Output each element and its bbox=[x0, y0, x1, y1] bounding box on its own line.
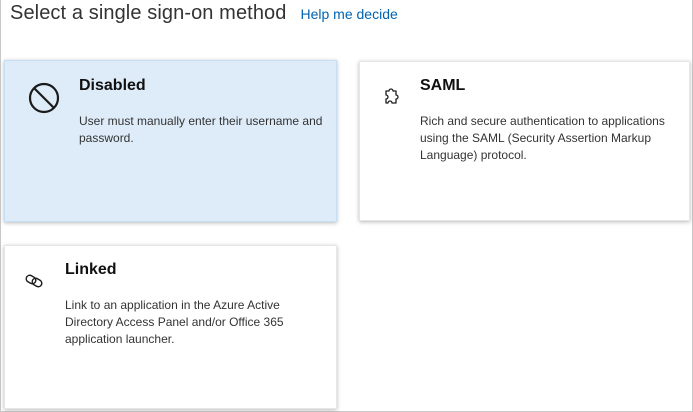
method-description: Link to an application in the Azure Acti… bbox=[65, 298, 284, 346]
method-description: User must manually enter their username … bbox=[79, 114, 323, 145]
header: Select a single sign-on method Help me d… bbox=[10, 2, 398, 32]
link-icon bbox=[23, 270, 45, 292]
method-title: SAML bbox=[420, 77, 466, 94]
help-me-decide-link[interactable]: Help me decide bbox=[301, 6, 398, 22]
puzzle-icon bbox=[380, 86, 402, 108]
method-title: Linked bbox=[65, 261, 117, 278]
method-title: Disabled bbox=[79, 77, 146, 94]
page-title: Select a single sign-on method bbox=[10, 2, 287, 24]
method-card-saml[interactable]: SAML Rich and secure authentication to a… bbox=[359, 61, 690, 221]
method-description: Rich and secure authentication to applic… bbox=[420, 114, 665, 162]
method-card-linked[interactable]: Linked Link to an application in the Azu… bbox=[4, 245, 337, 409]
disabled-icon bbox=[27, 81, 61, 115]
method-card-disabled[interactable]: Disabled User must manually enter their … bbox=[4, 60, 337, 222]
